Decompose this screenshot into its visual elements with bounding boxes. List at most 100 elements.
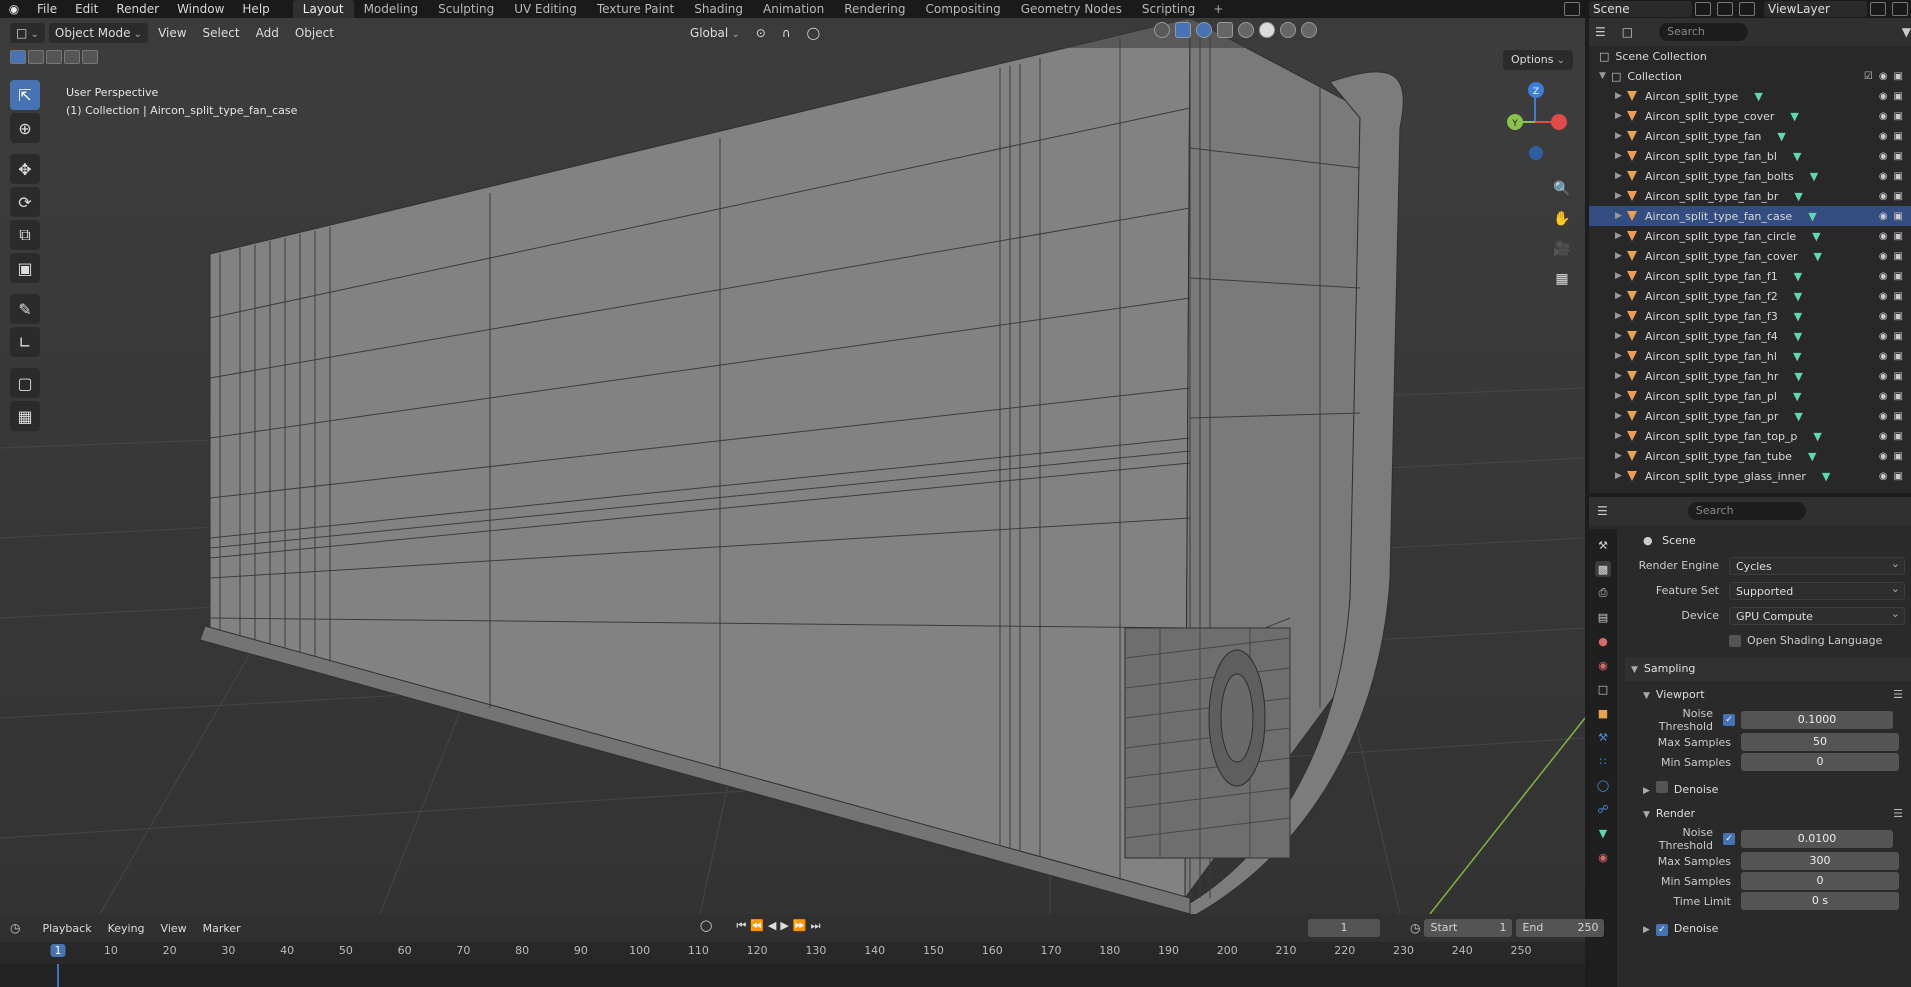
xray-toggle-icon[interactable]: [1217, 22, 1233, 38]
zoom-icon[interactable]: 🔍: [1549, 176, 1575, 202]
visibility-icons[interactable]: ◉▣: [1879, 311, 1909, 322]
camera-view-icon[interactable]: 🎥: [1549, 236, 1575, 262]
collection-visibility-icons[interactable]: ☑◉▣: [1864, 71, 1909, 82]
render-noise-threshold-field[interactable]: 0.0100: [1741, 829, 1893, 848]
jump-keyframe-forward-icon[interactable]: ⏩: [793, 919, 807, 933]
visibility-icons[interactable]: ◉▣: [1879, 471, 1909, 482]
outliner-item[interactable]: ▶ Aircon_split_type_fan_br ▼ ◉▣: [1589, 186, 1911, 206]
tab-compositing[interactable]: Compositing: [915, 0, 1010, 18]
measure-tool-icon[interactable]: ∟: [10, 327, 40, 357]
mesh-data-icon[interactable]: ▼: [1814, 250, 1822, 263]
view-layer-tab-icon[interactable]: ▤: [1595, 609, 1611, 625]
move-tool-icon[interactable]: ✥: [10, 154, 40, 184]
outliner-item[interactable]: ▶ Aircon_split_type ▼ ◉▣: [1589, 86, 1911, 106]
timeline-ruler[interactable]: 1 10 20 30 40 50 60 70 80 90 100 110 120 130 140 150 160…: [0, 942, 1585, 964]
add-cube-tool-icon[interactable]: ▢: [10, 368, 40, 398]
collection-tab-icon[interactable]: □: [1595, 681, 1611, 697]
tab-geometry-nodes[interactable]: Geometry Nodes: [1011, 0, 1132, 18]
menu-render[interactable]: Render: [107, 0, 168, 18]
mesh-data-icon[interactable]: ▼: [1794, 330, 1802, 343]
outliner-item[interactable]: ▶ Aircon_split_type_glass_inner ▼ ◉▣: [1589, 466, 1911, 486]
visibility-icons[interactable]: ◉▣: [1879, 91, 1909, 102]
material-shading-icon[interactable]: [1280, 22, 1296, 38]
menu-file[interactable]: File: [28, 0, 66, 18]
viewport-denoise-checkbox[interactable]: [1655, 781, 1668, 793]
filter-icon[interactable]: ▼: [1902, 25, 1911, 39]
particles-tab-icon[interactable]: ∷: [1595, 753, 1611, 769]
device-dropdown[interactable]: GPU Compute: [1729, 605, 1905, 625]
visibility-icons[interactable]: ◉▣: [1879, 411, 1909, 422]
mesh-data-icon[interactable]: ▼: [1794, 270, 1802, 283]
expand-icon[interactable]: ▶: [1615, 411, 1627, 421]
scene-name[interactable]: Scene: [1593, 2, 1688, 16]
mesh-data-icon[interactable]: ▼: [1808, 210, 1816, 223]
mesh-data-icon[interactable]: ▼: [1813, 430, 1821, 443]
scene-tab-icon[interactable]: ●: [1595, 633, 1611, 649]
play-reverse-icon[interactable]: ◀: [768, 919, 776, 933]
mesh-data-icon[interactable]: ▼: [1794, 410, 1802, 423]
menu-window[interactable]: Window: [168, 0, 233, 18]
expand-icon[interactable]: ▶: [1615, 351, 1627, 361]
scene-selector[interactable]: Scene: [1589, 1, 1692, 17]
ortho-toggle-icon[interactable]: ▦: [1549, 266, 1575, 292]
tab-sculpting[interactable]: Sculpting: [428, 0, 504, 18]
mesh-data-icon[interactable]: ▼: [1794, 290, 1802, 303]
select-tool-icon[interactable]: ⇱: [10, 80, 40, 110]
expand-icon[interactable]: ▶: [1615, 91, 1627, 101]
visibility-icons[interactable]: ◉▣: [1879, 371, 1909, 382]
select-invert-icon[interactable]: [64, 50, 80, 64]
visibility-icons[interactable]: ◉▣: [1879, 331, 1909, 342]
menu-help[interactable]: Help: [233, 0, 278, 18]
expand-icon[interactable]: ▶: [1615, 151, 1627, 161]
material-tab-icon[interactable]: ◉: [1595, 849, 1611, 865]
viewport-noise-threshold-checkbox[interactable]: ✓: [1723, 713, 1735, 726]
tab-layout[interactable]: Layout: [292, 0, 354, 18]
outliner-item[interactable]: ▶ Aircon_split_type_fan_pl ▼ ◉▣: [1589, 386, 1911, 406]
viewport-noise-threshold-field[interactable]: 0.1000: [1741, 710, 1893, 729]
outliner-item[interactable]: ▶ Aircon_split_type_fan_case ▼ ◉▣: [1589, 206, 1911, 226]
scene-collection-row[interactable]: □ Scene Collection: [1589, 46, 1911, 66]
visibility-icons[interactable]: ◉▣: [1879, 251, 1909, 262]
outliner-item[interactable]: ▶ Aircon_split_type_fan_hl ▼ ◉▣: [1589, 346, 1911, 366]
mesh-data-icon[interactable]: ▼: [1822, 470, 1830, 483]
tab-texture-paint[interactable]: Texture Paint: [587, 0, 684, 18]
overlay-toggle-icon[interactable]: [1196, 22, 1212, 38]
mesh-data-icon[interactable]: ▼: [1793, 350, 1801, 363]
collection-row[interactable]: ▼ □ Collection ☑◉▣: [1589, 66, 1911, 86]
add-object-tool-icon[interactable]: ▦: [10, 401, 40, 431]
rendered-shading-icon[interactable]: [1301, 22, 1317, 38]
new-scene-icon[interactable]: [1695, 2, 1711, 16]
outliner-item[interactable]: ▶ Aircon_split_type_fan_bl ▼ ◉▣: [1589, 146, 1911, 166]
outliner-editor-icon[interactable]: ☰: [1595, 25, 1606, 39]
visibility-icons[interactable]: ◉▣: [1879, 191, 1909, 202]
outliner-item[interactable]: ▶ Aircon_split_type_fan_pr ▼ ◉▣: [1589, 406, 1911, 426]
tab-animation[interactable]: Animation: [753, 0, 834, 18]
keying-menu[interactable]: Keying: [100, 922, 153, 935]
jump-keyframe-back-icon[interactable]: ⏪: [750, 919, 764, 933]
pan-hand-icon[interactable]: ✋: [1549, 206, 1575, 232]
play-icon[interactable]: ▶: [780, 919, 788, 933]
world-tab-icon[interactable]: ◉: [1595, 657, 1611, 673]
outliner-item[interactable]: ▶ Aircon_split_type_fan_hr ▼ ◉▣: [1589, 366, 1911, 386]
tab-uv-editing[interactable]: UV Editing: [504, 0, 587, 18]
mesh-data-icon[interactable]: ▼: [1812, 230, 1820, 243]
tab-rendering[interactable]: Rendering: [834, 0, 915, 18]
fan-vent-panel[interactable]: [1124, 627, 1291, 859]
outliner-item[interactable]: ▶ Aircon_split_type_fan_f2 ▼ ◉▣: [1589, 286, 1911, 306]
viewport-max-samples-field[interactable]: 50: [1741, 733, 1899, 751]
expand-icon[interactable]: ▶: [1615, 111, 1627, 121]
mesh-data-icon[interactable]: ▼: [1794, 370, 1802, 383]
new-view-layer-icon[interactable]: [1870, 2, 1886, 16]
current-frame-field[interactable]: 1: [1308, 919, 1380, 937]
mesh-data-icon[interactable]: ▼: [1754, 90, 1762, 103]
mesh-data-icon[interactable]: ▼: [1793, 150, 1801, 163]
gizmo-toggle-icon[interactable]: [1175, 22, 1191, 38]
scale-tool-icon[interactable]: ⧉: [10, 220, 40, 250]
render-noise-threshold-checkbox[interactable]: ✓: [1723, 832, 1735, 845]
menu-select[interactable]: Select: [197, 23, 246, 43]
outliner-item[interactable]: ▶ Aircon_split_type_fan_cover ▼ ◉▣: [1589, 246, 1911, 266]
tab-scripting[interactable]: Scripting: [1132, 0, 1205, 18]
render-tab-icon[interactable]: ▩: [1595, 561, 1611, 577]
expand-icon[interactable]: ▶: [1615, 471, 1627, 481]
properties-editor-icon[interactable]: ☰: [1597, 504, 1608, 518]
